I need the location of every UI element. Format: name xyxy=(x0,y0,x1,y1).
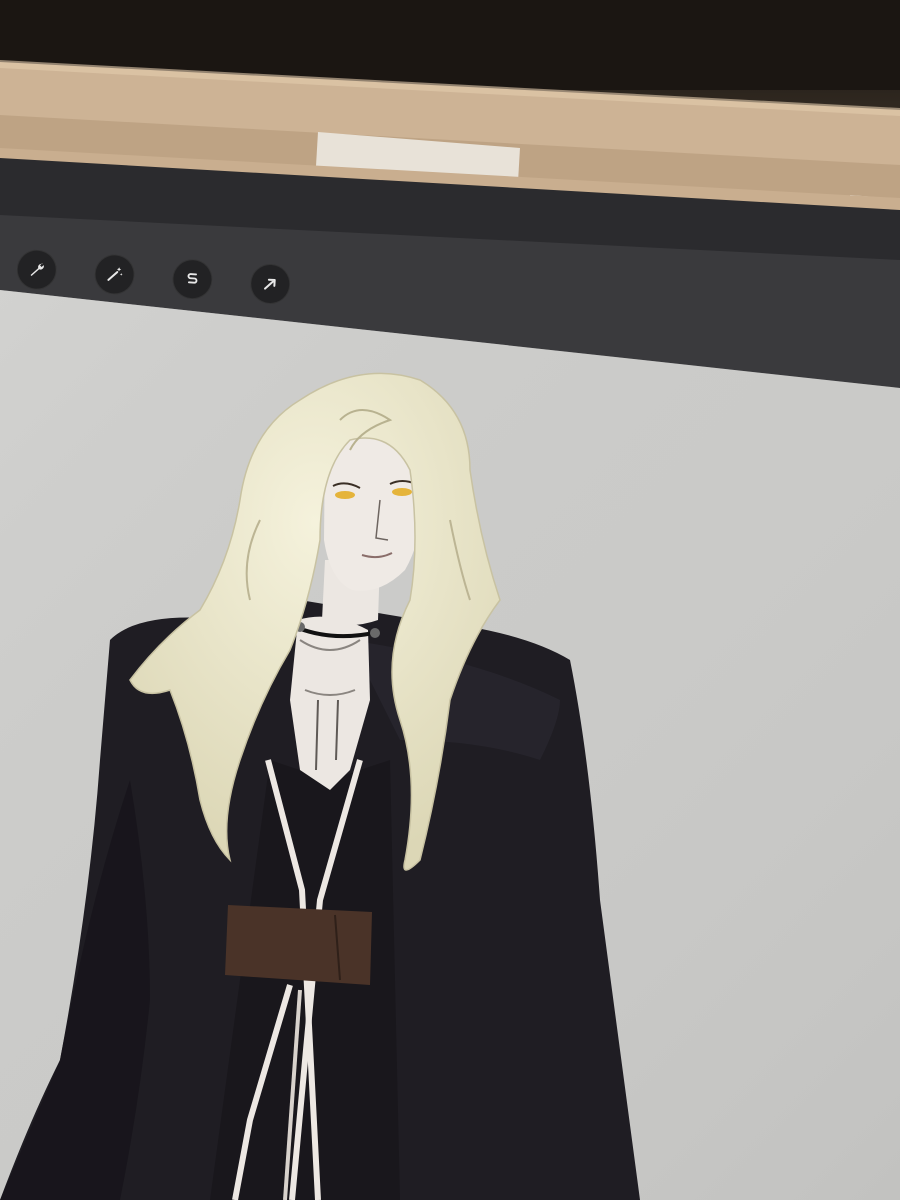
transform-button[interactable]: transform xyxy=(249,262,292,306)
magic-wand-button[interactable]: adjustments xyxy=(93,253,136,296)
selection-button[interactable]: selection xyxy=(171,258,214,301)
tablet-scene xyxy=(0,0,900,1200)
arrow-cursor-icon xyxy=(263,278,276,290)
wrench-button[interactable]: actions xyxy=(15,248,58,291)
wrench-icon xyxy=(30,263,44,277)
choker-pin-right xyxy=(370,628,380,638)
artwork-belt xyxy=(225,905,372,985)
artwork-eye-left xyxy=(335,491,355,499)
photo-of-tablet-screen: actions adjustments selection transform xyxy=(0,0,900,1200)
selection-s-icon xyxy=(187,273,198,284)
artwork-eye-right xyxy=(392,488,412,496)
magic-wand-icon xyxy=(107,267,123,281)
